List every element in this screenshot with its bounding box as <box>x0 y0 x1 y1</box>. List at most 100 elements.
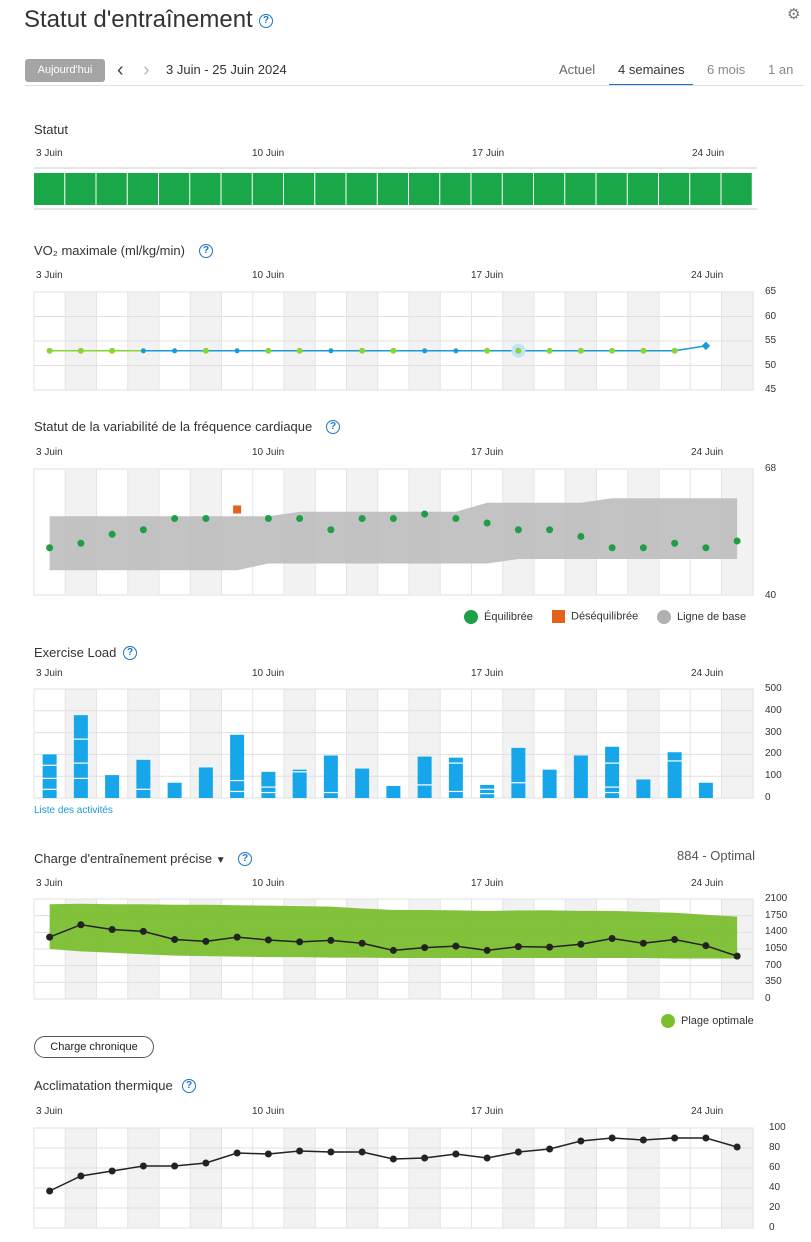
load-bar <box>355 768 370 798</box>
load-ytick: 200 <box>765 748 782 760</box>
accl-point <box>608 1134 616 1142</box>
status-cell <box>627 173 658 205</box>
vo2-point <box>265 347 272 354</box>
accl-point <box>702 1134 710 1142</box>
date-label: 3 Juin <box>36 1106 63 1117</box>
precise-point <box>233 933 241 941</box>
precise-ytick: 1750 <box>765 909 788 921</box>
date-label: 10 Juin <box>252 668 285 679</box>
load-bar <box>230 734 245 798</box>
load-bar <box>198 767 213 798</box>
vo2-point <box>172 348 178 354</box>
precise-ytick: 2100 <box>765 893 788 904</box>
date-label: 10 Juin <box>252 1106 285 1117</box>
load-ytick: 0 <box>765 792 771 803</box>
date-label: 3 Juin <box>36 270 63 281</box>
precise-ytick: 1050 <box>765 943 788 954</box>
date-label: 17 Juin <box>471 270 504 281</box>
date-label: 17 Juin <box>472 148 505 159</box>
vo2-point <box>546 347 553 354</box>
accl-point <box>139 1162 147 1170</box>
accl-ytick: 80 <box>769 1142 781 1153</box>
status-cell <box>34 173 65 205</box>
hrv-point <box>77 539 85 547</box>
date-label: 10 Juin <box>252 447 285 458</box>
precise-point <box>452 942 460 950</box>
vo2-ytick: 60 <box>765 310 777 322</box>
load-bar <box>542 769 557 798</box>
hrv-point <box>452 515 460 522</box>
vo2-point <box>422 348 428 354</box>
vo2-ytick: 45 <box>765 384 777 395</box>
precise-point <box>546 943 554 951</box>
accl-point <box>77 1172 85 1180</box>
status-cell <box>284 173 315 205</box>
hrv-point <box>296 515 304 522</box>
precise-ytick: 700 <box>765 959 782 971</box>
date-label: 3 Juin <box>36 878 63 889</box>
vo2-point <box>390 347 397 354</box>
date-label: 3 Juin <box>36 668 63 679</box>
status-cell <box>96 173 127 205</box>
accl-weekday-band <box>190 1128 222 1228</box>
accl-point <box>671 1134 679 1142</box>
charts-canvas <box>33 167 757 1229</box>
accl-weekday-band <box>346 1128 378 1228</box>
accl-point <box>483 1154 491 1162</box>
hrv-point <box>421 510 429 518</box>
hrv-point <box>733 537 741 545</box>
accl-ytick: 100 <box>769 1122 786 1133</box>
accl-ytick: 20 <box>769 1202 781 1213</box>
accl-ytick: 60 <box>769 1162 781 1173</box>
load-bar <box>698 782 713 798</box>
load-bar <box>167 782 182 798</box>
accl-point <box>733 1143 741 1151</box>
status-cell <box>534 173 565 205</box>
vo2-point <box>453 348 459 354</box>
date-label: 24 Juin <box>691 668 724 679</box>
hrv-point <box>514 526 522 534</box>
load-ytick: 500 <box>765 683 782 694</box>
hrv-point <box>139 526 147 534</box>
date-label: 17 Juin <box>471 668 504 679</box>
accl-point <box>577 1137 585 1145</box>
accl-point <box>296 1147 304 1155</box>
load-bar <box>292 769 307 798</box>
accl-point <box>46 1187 54 1195</box>
precise-point <box>264 936 272 944</box>
accl-point <box>452 1150 460 1158</box>
date-label: 3 Juin <box>36 148 63 159</box>
load-bar <box>73 715 88 798</box>
hrv-point <box>171 515 179 522</box>
vo2-point <box>202 347 209 354</box>
precise-point <box>639 939 647 947</box>
accl-point <box>108 1167 116 1175</box>
accl-point <box>514 1148 522 1156</box>
hrv-point <box>577 533 585 540</box>
status-cell <box>65 173 96 205</box>
load-bar <box>417 756 432 798</box>
precise-point <box>46 933 54 941</box>
load-bar <box>323 755 338 798</box>
date-label: 10 Juin <box>252 148 285 159</box>
status-cell <box>440 173 471 205</box>
precise-point <box>671 935 679 943</box>
precise-ytick: 1400 <box>765 926 788 938</box>
precise-ytick: 0 <box>765 993 771 1004</box>
accl-point <box>327 1148 335 1156</box>
date-label: 17 Juin <box>471 1106 504 1117</box>
accl-point <box>202 1159 210 1167</box>
vo2-point <box>234 348 240 354</box>
date-label: 3 Juin <box>36 447 63 458</box>
hrv-point <box>108 530 116 538</box>
accl-point <box>171 1162 179 1170</box>
precise-point <box>421 944 429 952</box>
hrv-point <box>483 519 491 527</box>
date-label: 24 Juin <box>691 270 724 281</box>
precise-point <box>171 935 179 943</box>
date-label: 17 Juin <box>471 447 504 458</box>
status-cell <box>346 173 377 205</box>
vo2-point <box>671 347 678 354</box>
accl-weekday-band <box>721 1128 753 1228</box>
precise-point <box>139 927 147 935</box>
